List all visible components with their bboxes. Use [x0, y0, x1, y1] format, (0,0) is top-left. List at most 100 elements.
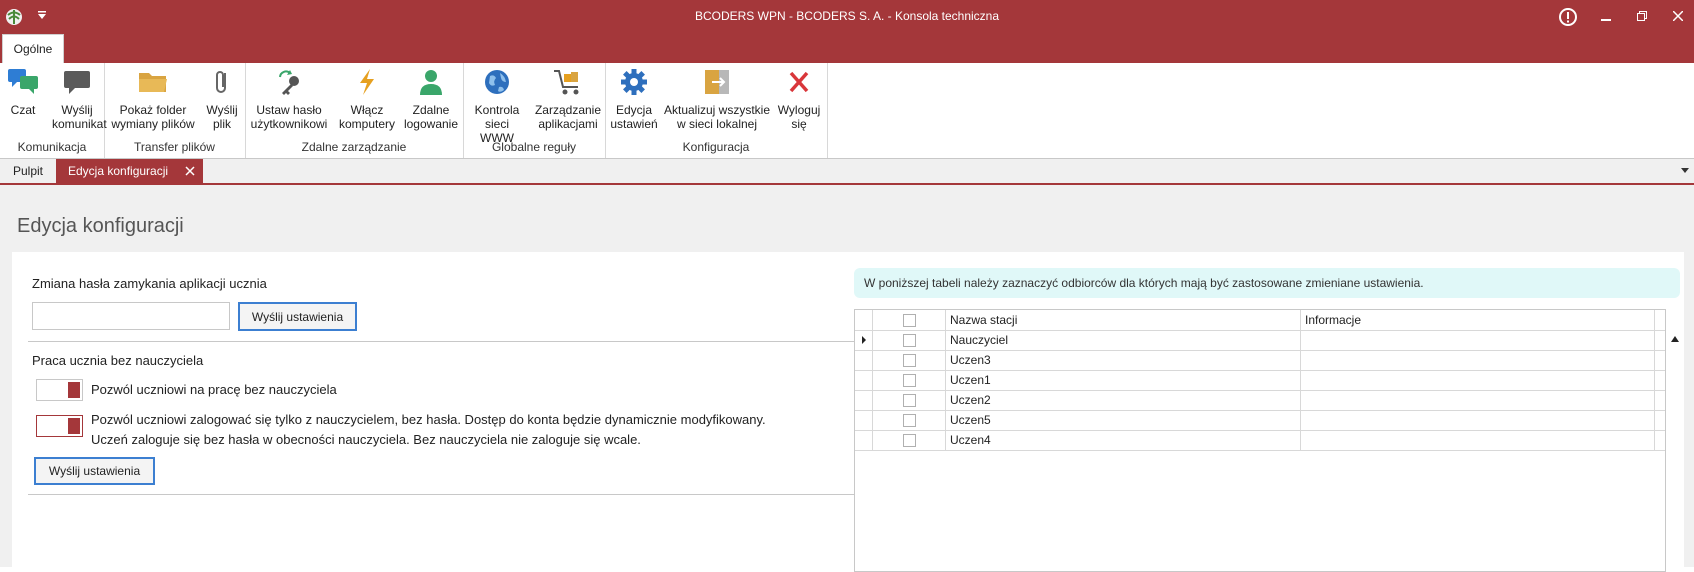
row-checkbox[interactable] — [902, 433, 916, 447]
wake-label-2: komputery — [338, 117, 396, 131]
table-row[interactable]: Uczen1 — [855, 370, 1665, 391]
table-row[interactable]: Uczen2 — [855, 390, 1665, 411]
info-cell[interactable] — [1301, 390, 1655, 410]
close-window-button[interactable] — [1660, 0, 1694, 32]
station-name-cell[interactable]: Uczen5 — [946, 410, 1301, 430]
update-all-label-1: Aktualizuj wszystkie — [663, 103, 771, 117]
tab-pulpit[interactable]: Pulpit — [0, 159, 56, 183]
wake-label-1: Włącz — [350, 103, 384, 117]
ribbon-group-global-rules: Kontrola sieci WWW Zarządzanie aplikacja… — [463, 63, 606, 158]
gear-icon — [621, 69, 647, 95]
row-checkbox[interactable] — [902, 333, 916, 347]
edit-settings-label-1: Edycja — [615, 103, 653, 117]
table-row[interactable]: Uczen5 — [855, 410, 1665, 431]
set-password-label-2: użytkownikowi — [250, 117, 328, 131]
login-with-teacher-toggle[interactable] — [36, 415, 83, 437]
app-management-button[interactable]: Zarządzanie aplikacjami — [533, 67, 603, 131]
settings-panel: Zmiana hasła zamykania aplikacji ucznia … — [12, 252, 1684, 572]
restore-button[interactable] — [1624, 0, 1660, 32]
info-cell[interactable] — [1301, 330, 1655, 350]
chat-button[interactable]: Czat — [4, 67, 42, 117]
row-indicator-cell — [855, 410, 873, 430]
edit-settings-label-2: ustawień — [610, 117, 658, 131]
header-select-all[interactable] — [873, 310, 946, 330]
update-all-lan-button[interactable]: Aktualizuj wszystkie w sieci lokalnej — [663, 67, 771, 131]
app-management-label-2: aplikacjami — [538, 117, 598, 131]
section-divider — [28, 341, 856, 342]
logout-button[interactable]: Wyloguj się — [775, 67, 823, 131]
ribbon-tab-general[interactable]: Ogólne — [2, 34, 64, 63]
group-label-configuration: Konfiguracja — [682, 140, 750, 154]
tab-edit-configuration[interactable]: Edycja konfiguracji — [56, 159, 203, 183]
update-all-label-2: w sieci lokalnej — [676, 117, 758, 131]
info-cell[interactable] — [1301, 430, 1655, 450]
paperclip-icon — [216, 71, 226, 93]
row-indicator-cell — [855, 430, 873, 450]
password-section-title: Zmiana hasła zamykania aplikacji ucznia — [32, 276, 267, 291]
group-label-global-rules: Globalne reguły — [491, 140, 577, 154]
row-select-cell[interactable] — [873, 390, 946, 410]
password-input[interactable] — [32, 302, 230, 330]
table-row[interactable]: Uczen3 — [855, 350, 1665, 371]
station-name-cell[interactable]: Uczen1 — [946, 370, 1301, 390]
lightning-icon — [360, 69, 374, 95]
header-indicator-cell — [855, 310, 873, 330]
ribbon-tab-strip: Ogólne — [0, 32, 1694, 63]
row-checkbox[interactable] — [902, 393, 916, 407]
station-name-cell[interactable]: Uczen2 — [946, 390, 1301, 410]
edit-settings-button[interactable]: Edycja ustawień — [609, 67, 659, 131]
minimize-icon — [1601, 19, 1611, 21]
login-with-teacher-label-line2: Uczeń zaloguje się bez hasła w obecności… — [91, 432, 641, 447]
row-checkbox[interactable] — [902, 353, 916, 367]
select-all-checkbox[interactable] — [902, 313, 916, 327]
row-select-cell[interactable] — [873, 330, 946, 350]
close-tab-icon[interactable] — [183, 164, 197, 178]
row-select-cell[interactable] — [873, 350, 946, 370]
row-checkbox[interactable] — [902, 373, 916, 387]
column-header-station-name[interactable]: Nazwa stacji — [946, 310, 1301, 330]
tabs-dropdown-icon[interactable] — [1680, 167, 1690, 175]
show-folder-label-2: wymiany plików — [111, 117, 195, 131]
tab-edit-configuration-label: Edycja konfiguracji — [68, 164, 169, 178]
recipients-table: Nazwa stacji Informacje Nauczyciel Uczen… — [854, 309, 1666, 572]
column-header-info[interactable]: Informacje — [1301, 310, 1655, 330]
send-file-button[interactable]: Wyślij plik — [202, 67, 242, 131]
station-name-cell[interactable]: Uczen4 — [946, 430, 1301, 450]
info-cell[interactable] — [1301, 410, 1655, 430]
allow-work-without-teacher-toggle[interactable] — [36, 379, 83, 401]
table-row[interactable]: Uczen4 — [855, 430, 1665, 451]
web-control-button[interactable]: Kontrola sieci WWW — [467, 67, 527, 145]
wake-computers-button[interactable]: Włącz komputery — [337, 67, 397, 131]
row-select-cell[interactable] — [873, 370, 946, 390]
station-name-cell[interactable]: Nauczyciel — [946, 330, 1301, 350]
allow-work-without-teacher-label: Pozwól uczniowi na pracę bez nauczyciela — [91, 382, 337, 397]
chat-label: Czat — [10, 103, 36, 117]
show-exchange-folder-button[interactable]: Pokaż folder wymiany plików — [110, 67, 196, 131]
table-vertical-scrollbar[interactable] — [1666, 330, 1684, 572]
chat-icon — [8, 69, 38, 94]
table-row[interactable]: Nauczyciel — [855, 330, 1665, 351]
remote-login-button[interactable]: Zdalne logowanie — [401, 67, 461, 131]
app-management-label-1: Zarządzanie — [534, 103, 602, 117]
info-cell[interactable] — [1301, 350, 1655, 370]
ribbon-group-communication: Czat Wyślij komunikat Komunikacja — [0, 63, 107, 158]
station-name-cell[interactable]: Uczen3 — [946, 350, 1301, 370]
row-checkbox[interactable] — [902, 413, 916, 427]
row-select-cell[interactable] — [873, 430, 946, 450]
info-icon[interactable] — [1558, 7, 1578, 27]
send-password-settings-button[interactable]: Wyślij ustawienia — [238, 302, 357, 331]
group-label-communication: Komunikacja — [17, 140, 87, 154]
current-row-indicator — [855, 330, 873, 350]
scroll-up-icon[interactable] — [1671, 336, 1679, 342]
row-select-cell[interactable] — [873, 410, 946, 430]
row-indicator-cell — [855, 350, 873, 370]
close-icon — [1673, 11, 1683, 21]
user-icon — [420, 70, 442, 95]
set-user-password-button[interactable]: Ustaw hasło użytkownikowi — [249, 67, 329, 131]
send-file-label-2: plik — [212, 117, 231, 131]
send-message-button[interactable]: Wyślij komunikat — [52, 67, 107, 131]
restore-icon — [1637, 11, 1647, 21]
send-work-settings-button[interactable]: Wyślij ustawienia — [34, 457, 155, 485]
info-cell[interactable] — [1301, 370, 1655, 390]
minimize-button[interactable] — [1588, 0, 1624, 32]
